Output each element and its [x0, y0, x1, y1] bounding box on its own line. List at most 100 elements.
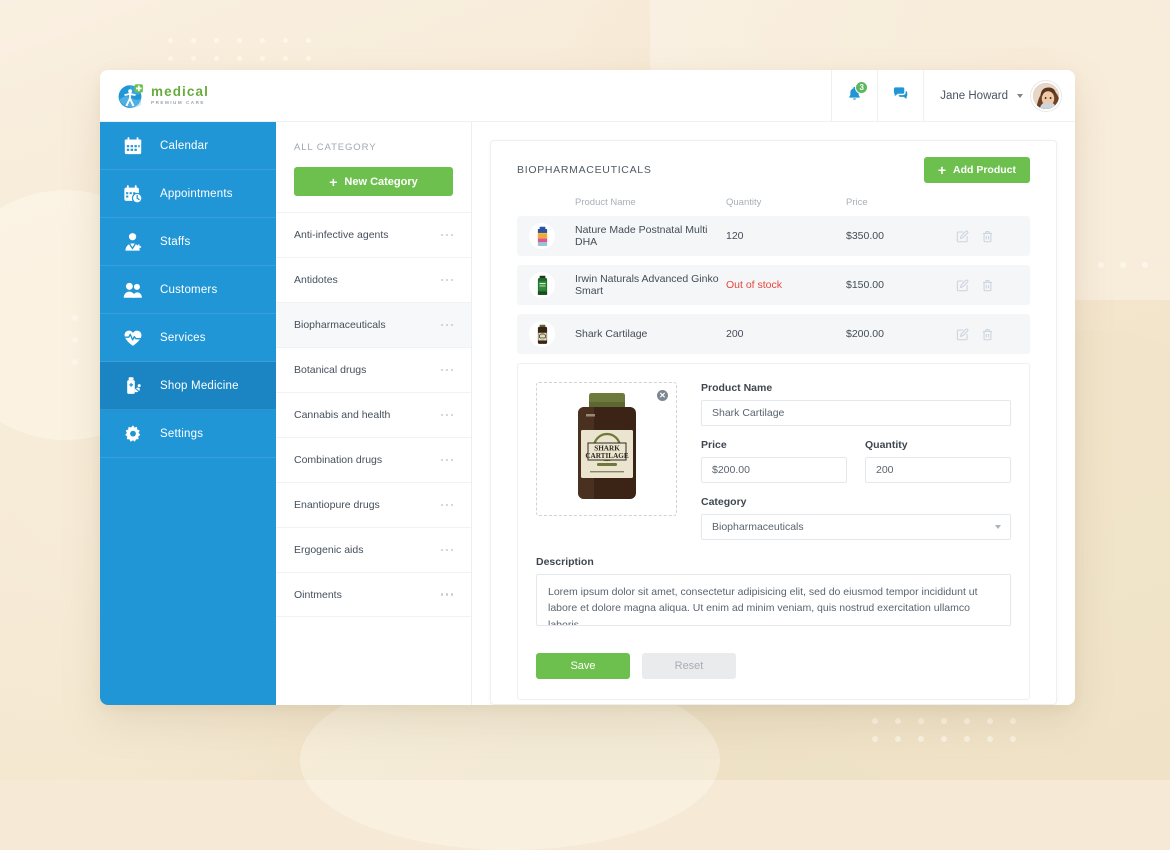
sidebar-item-appointments[interactable]: Appointments [100, 170, 276, 218]
sidebar-item-staffs[interactable]: Staffs [100, 218, 276, 266]
column-quantity: Quantity [726, 197, 762, 208]
category-item-label: Enantiopure drugs [294, 499, 380, 511]
category-item[interactable]: Antidotes [276, 257, 471, 302]
multivitamin-bottle-yellow [529, 223, 555, 249]
table-row[interactable]: Nature Made Postnatal Multi DHA 120 $350.0… [517, 216, 1030, 256]
description-textarea[interactable]: Lorem ipsum dolor sit amet, consectetur … [536, 574, 1011, 626]
category-item-label: Antidotes [294, 274, 338, 286]
category-item-label: Botanical drugs [294, 364, 367, 376]
trash-icon[interactable] [981, 279, 994, 292]
trash-icon[interactable] [981, 230, 994, 243]
category-select[interactable] [701, 514, 1011, 540]
staff-icon [122, 231, 144, 253]
cell-quantity: 200 [726, 328, 744, 340]
chat-bubble-icon [892, 85, 909, 107]
table-row[interactable]: Irwin Naturals Advanced Ginko Smart Out o… [517, 265, 1030, 305]
description-field-group: Description Lorem ipsum dolor sit amet, … [536, 556, 1011, 631]
edit-square-icon[interactable] [956, 230, 969, 243]
table-row[interactable]: Shark Cartilage 200 $200.00 [517, 314, 1030, 354]
customers-icon [122, 279, 144, 301]
sidebar-nav: Calendar Appointments Staffs Customers Servi… [100, 122, 276, 705]
three-dots-icon[interactable] [440, 593, 453, 596]
cell-thumb [529, 272, 575, 298]
category-item-label: Ergogenic aids [294, 544, 364, 556]
reset-button[interactable]: Reset [642, 653, 736, 679]
products-table: Product Name Quantity Price Nature Made … [517, 197, 1030, 354]
three-dots-icon[interactable] [440, 548, 453, 552]
quantity-input[interactable] [865, 457, 1011, 483]
top-actions: 3 Jane Howard [831, 70, 1075, 121]
category-header-title: ALL CATEGORY [294, 142, 377, 153]
cell-product-name: Irwin Naturals Advanced Ginko Smart [575, 273, 719, 297]
cell-actions [956, 230, 1018, 243]
cell-price: $350.00 [846, 230, 884, 242]
category-item[interactable]: Ergogenic aids [276, 527, 471, 572]
notifications-button[interactable]: 3 [831, 70, 877, 121]
brand-subtitle: PREMIUM CARE [151, 99, 205, 105]
products-card: BIOPHARMACEUTICALS + Add Product Product… [490, 140, 1057, 705]
three-dots-icon[interactable] [440, 458, 453, 462]
user-menu[interactable]: Jane Howard [923, 70, 1075, 121]
category-item-label: Cannabis and health [294, 409, 391, 421]
column-price: Price [846, 197, 868, 208]
sidebar-item-label: Settings [160, 427, 204, 440]
sidebar-item-settings[interactable]: Settings [100, 410, 276, 458]
cell-quantity: 120 [726, 230, 744, 242]
category-item-label: Anti-infective agents [294, 229, 389, 241]
heart-pulse-icon [122, 327, 144, 349]
save-button[interactable]: Save [536, 653, 630, 679]
quantity-label: Quantity [865, 439, 908, 451]
category-item[interactable]: Ointments [276, 572, 471, 617]
category-item[interactable]: Botanical drugs [276, 347, 471, 392]
sidebar-item-shop-medicine[interactable]: Shop Medicine [100, 362, 276, 410]
sidebar-item-label: Shop Medicine [160, 379, 239, 392]
category-item[interactable]: Enantiopure drugs [276, 482, 471, 527]
trash-icon[interactable] [981, 328, 994, 341]
sidebar-item-calendar[interactable]: Calendar [100, 122, 276, 170]
three-dots-icon[interactable] [440, 278, 453, 282]
cell-thumb [529, 321, 575, 347]
edit-square-icon[interactable] [956, 328, 969, 341]
cell-actions [956, 328, 1018, 341]
sidebar-item-services[interactable]: Services [100, 314, 276, 362]
price-quantity-row: Price Quantity [701, 439, 1011, 483]
user-name: Jane Howard [940, 89, 1008, 102]
plus-icon: + [329, 173, 338, 190]
three-dots-icon[interactable] [440, 233, 453, 237]
price-input[interactable] [701, 457, 847, 483]
edit-square-icon[interactable] [956, 279, 969, 292]
category-field-group: Category [701, 496, 1011, 540]
category-item[interactable]: Biopharmaceuticals [276, 302, 471, 347]
product-rows: Nature Made Postnatal Multi DHA 120 $350.0… [517, 216, 1030, 354]
close-circle-icon[interactable]: ✕ [657, 390, 668, 401]
price-label: Price [701, 439, 727, 451]
product-name-input[interactable] [701, 400, 1011, 426]
category-column: ALL CATEGORY + New Category Anti-infecti… [276, 122, 472, 705]
three-dots-icon[interactable] [440, 413, 453, 417]
brand-logo[interactable]: medical PREMIUM CARE [100, 70, 276, 121]
category-item[interactable]: Cannabis and health [276, 392, 471, 437]
quantity-field-group: Quantity [865, 439, 1011, 483]
main-panel: BIOPHARMACEUTICALS + Add Product Product… [472, 122, 1075, 705]
category-item[interactable]: Anti-infective agents [276, 212, 471, 257]
add-product-button[interactable]: + Add Product [923, 157, 1030, 183]
category-select-wrapper [701, 514, 1011, 540]
ginko-bottle-green [529, 272, 555, 298]
cell-quantity: Out of stock [726, 279, 783, 291]
messages-button[interactable] [877, 70, 923, 121]
category-item[interactable]: Combination drugs [276, 437, 471, 482]
category-header: ALL CATEGORY [276, 122, 471, 153]
svg-text:CARTILAGE: CARTILAGE [585, 452, 628, 460]
product-image: SHARK CARTILAGE [564, 388, 650, 511]
brand-title: medical [151, 84, 209, 100]
product-image-dropzone[interactable]: ✕ SHARK CARTILAGE [536, 382, 677, 516]
three-dots-icon[interactable] [440, 323, 453, 327]
three-dots-icon[interactable] [440, 503, 453, 507]
category-item-label: Biopharmaceuticals [294, 319, 386, 331]
add-product-label: Add Product [953, 164, 1016, 176]
three-dots-icon[interactable] [440, 368, 453, 372]
sidebar-item-customers[interactable]: Customers [100, 266, 276, 314]
avatar [1031, 80, 1061, 111]
new-category-button[interactable]: + New Category [294, 167, 453, 196]
